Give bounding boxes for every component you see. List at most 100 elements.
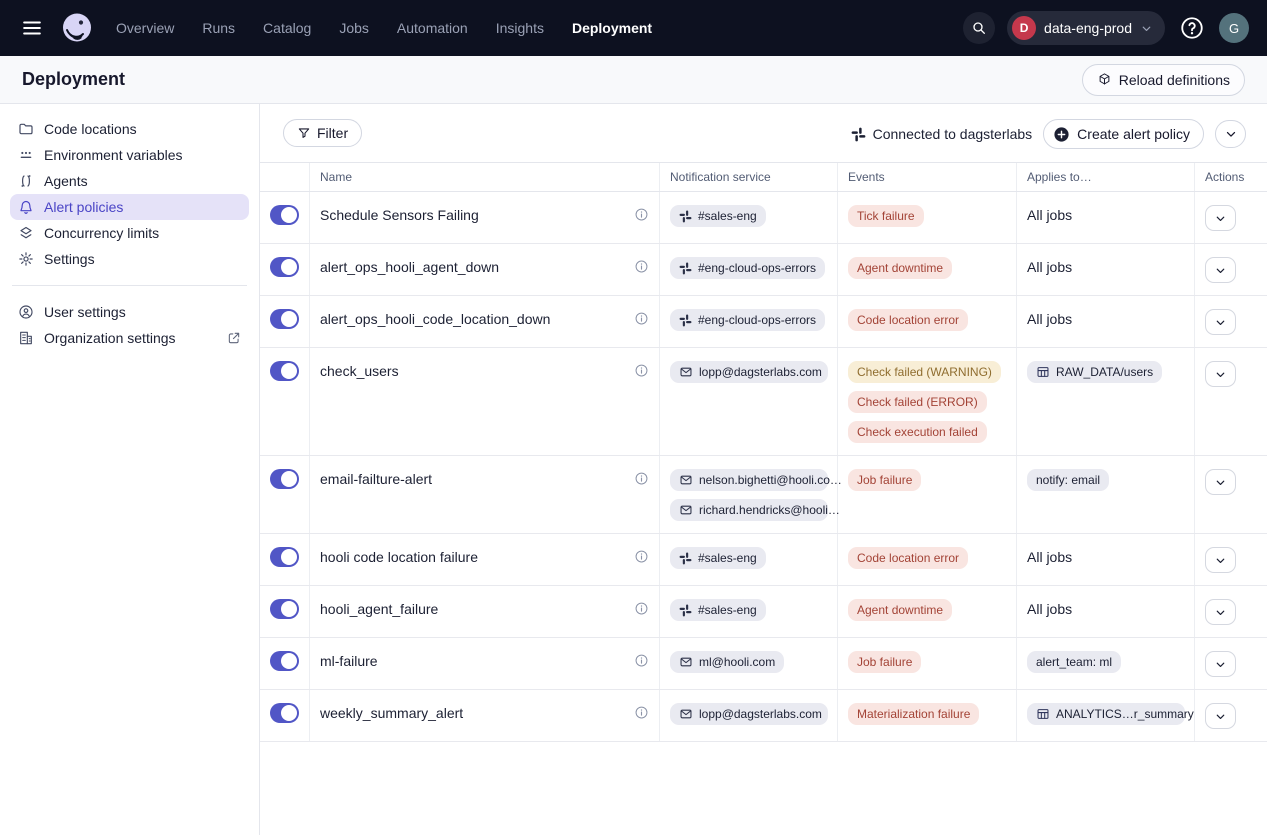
events-cell: Job failure: [838, 456, 1017, 533]
sidebar-item-code-locations[interactable]: Code locations: [10, 116, 249, 142]
applies-to-cell: All jobs: [1017, 586, 1195, 637]
slack-icon: [679, 604, 692, 617]
agents-icon: [18, 173, 34, 189]
table-icon: [1036, 365, 1050, 379]
toggle-knob: [281, 311, 297, 327]
row-actions-dropdown-button[interactable]: [1205, 599, 1236, 625]
name-cell: weekly_summary_alert: [310, 690, 660, 741]
info-icon[interactable]: [634, 259, 649, 274]
mail-icon: [679, 655, 693, 669]
notification-label: #eng-cloud-ops-errors: [698, 261, 816, 275]
event-badge: Materialization failure: [848, 703, 979, 725]
actions-cell: [1195, 296, 1267, 347]
nav-item-automation[interactable]: Automation: [397, 20, 468, 36]
event-badge: Code location error: [848, 547, 968, 569]
connected-label: Connected to dagsterlabs: [873, 126, 1033, 142]
chevron-down-icon: [1214, 212, 1227, 225]
applies-to-text: All jobs: [1027, 257, 1072, 275]
applies-to-label: notify: email: [1036, 473, 1100, 487]
nav-item-runs[interactable]: Runs: [202, 20, 235, 36]
applies-to-label: RAW_DATA/users: [1056, 365, 1153, 379]
alert-policies-table: NameNotification serviceEventsApplies to…: [260, 162, 1267, 742]
filter-button[interactable]: Filter: [283, 119, 362, 147]
info-icon[interactable]: [634, 471, 649, 486]
search-button[interactable]: [963, 12, 995, 44]
policy-enabled-toggle[interactable]: [270, 703, 299, 723]
name-cell: check_users: [310, 348, 660, 455]
sidebar-item-environment-variables[interactable]: Environment variables: [10, 142, 249, 168]
notification-pill: lopp@dagsterlabs.com: [670, 703, 828, 725]
applies-to-cell: notify: email: [1017, 456, 1195, 533]
hamburger-menu-icon[interactable]: [18, 14, 46, 42]
policy-enabled-toggle[interactable]: [270, 469, 299, 489]
row-actions-dropdown-button[interactable]: [1205, 309, 1236, 335]
info-icon[interactable]: [634, 705, 649, 720]
nav-item-jobs[interactable]: Jobs: [339, 20, 369, 36]
sidebar-item-concurrency-limits[interactable]: Concurrency limits: [10, 220, 249, 246]
env-vars-icon: [18, 147, 34, 163]
info-icon[interactable]: [634, 311, 649, 326]
applies-to-text: All jobs: [1027, 309, 1072, 327]
help-button[interactable]: [1177, 13, 1207, 43]
sidebar-item-agents[interactable]: Agents: [10, 168, 249, 194]
policy-enabled-toggle[interactable]: [270, 651, 299, 671]
notification-cell: #sales-eng: [660, 534, 838, 585]
row-actions-dropdown-button[interactable]: [1205, 205, 1236, 231]
filter-label: Filter: [317, 125, 348, 141]
toggle-knob: [281, 363, 297, 379]
chevron-down-icon: [1224, 127, 1238, 141]
sidebar-item-label: Agents: [44, 173, 88, 189]
sidebar-item-alert-policies[interactable]: Alert policies: [10, 194, 249, 220]
policy-enabled-toggle[interactable]: [270, 257, 299, 277]
nav-item-overview[interactable]: Overview: [116, 20, 174, 36]
applies-to-pill: RAW_DATA/users: [1027, 361, 1162, 383]
folder-icon: [18, 121, 34, 137]
reload-definitions-button[interactable]: Reload definitions: [1082, 64, 1245, 96]
table-row: check_userslopp@dagsterlabs.comCheck fai…: [260, 348, 1267, 456]
create-alert-policy-button[interactable]: Create alert policy: [1043, 119, 1204, 149]
sidebar-item-settings[interactable]: Settings: [10, 246, 249, 272]
toggle-knob: [281, 259, 297, 275]
reload-definitions-label: Reload definitions: [1119, 72, 1230, 88]
row-actions-dropdown-button[interactable]: [1205, 469, 1236, 495]
info-icon[interactable]: [634, 207, 649, 222]
toggle-knob: [281, 601, 297, 617]
user-avatar[interactable]: G: [1219, 13, 1249, 43]
policy-name: ml-failure: [320, 653, 378, 669]
chevron-down-icon: [1214, 476, 1227, 489]
sidebar-item-user-settings[interactable]: User settings: [10, 299, 249, 325]
policy-enabled-toggle[interactable]: [270, 205, 299, 225]
toggle-cell: [260, 638, 310, 689]
row-actions-dropdown-button[interactable]: [1205, 361, 1236, 387]
row-actions-dropdown-button[interactable]: [1205, 547, 1236, 573]
policy-enabled-toggle[interactable]: [270, 309, 299, 329]
row-actions-dropdown-button[interactable]: [1205, 651, 1236, 677]
nav-item-deployment[interactable]: Deployment: [572, 20, 652, 36]
notification-pill: #eng-cloud-ops-errors: [670, 309, 825, 331]
alerts-toolbar: Filter Connected to dagsterlabs Create a…: [260, 104, 1267, 162]
info-icon[interactable]: [634, 601, 649, 616]
name-cell: ml-failure: [310, 638, 660, 689]
nav-item-insights[interactable]: Insights: [496, 20, 544, 36]
policy-enabled-toggle[interactable]: [270, 361, 299, 381]
info-icon[interactable]: [634, 549, 649, 564]
row-actions-dropdown-button[interactable]: [1205, 257, 1236, 283]
nav-item-catalog[interactable]: Catalog: [263, 20, 311, 36]
row-actions-dropdown-button[interactable]: [1205, 703, 1236, 729]
sidebar-item-organization-settings[interactable]: Organization settings: [10, 325, 249, 351]
notification-label: #sales-eng: [698, 603, 757, 617]
sidebar-item-label: Settings: [44, 251, 95, 267]
more-actions-dropdown-button[interactable]: [1215, 120, 1246, 148]
events-cell: Job failure: [838, 638, 1017, 689]
info-icon[interactable]: [634, 363, 649, 378]
policy-enabled-toggle[interactable]: [270, 599, 299, 619]
table-row: hooli code location failure#sales-engCod…: [260, 534, 1267, 586]
policy-enabled-toggle[interactable]: [270, 547, 299, 567]
info-icon[interactable]: [634, 653, 649, 668]
org-switcher[interactable]: D data-eng-prod: [1007, 11, 1165, 45]
toggle-cell: [260, 534, 310, 585]
dagster-logo[interactable]: [60, 11, 94, 45]
chevron-down-icon: [1214, 554, 1227, 567]
column-header-Notification service: Notification service: [660, 163, 838, 191]
top-nav-items: Overview Runs Catalog Jobs Automation Insight…: [116, 20, 652, 36]
